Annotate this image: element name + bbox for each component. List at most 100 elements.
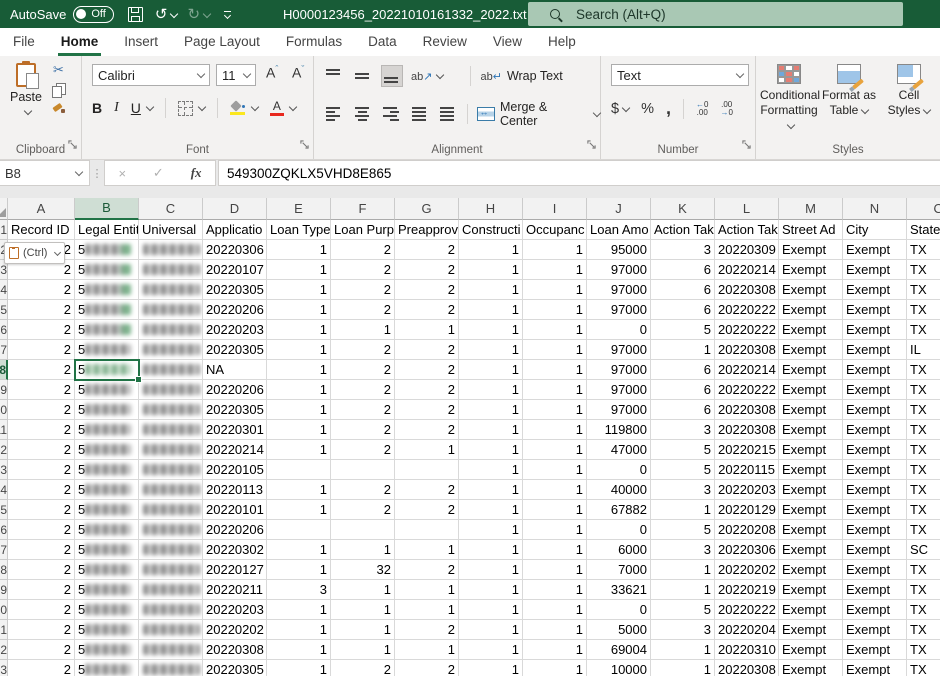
cell-J10[interactable]: 97000 [587, 400, 651, 420]
font-dialog-launcher-icon[interactable] [300, 136, 309, 154]
cell-C18[interactable] [139, 560, 203, 580]
cell-B16[interactable]: 5 [75, 520, 139, 540]
cell-J16[interactable]: 0 [587, 520, 651, 540]
cell-B13[interactable]: 5 [75, 460, 139, 480]
cell-O5[interactable]: TX [907, 300, 940, 320]
cell-L20[interactable]: 20220222 [715, 600, 779, 620]
clipboard-dialog-launcher-icon[interactable] [68, 136, 77, 154]
cell-H3[interactable]: 1 [459, 260, 523, 280]
cell-N11[interactable]: Exempt [843, 420, 907, 440]
cell-J12[interactable]: 47000 [587, 440, 651, 460]
cell-O13[interactable]: TX [907, 460, 940, 480]
cell-I21[interactable]: 1 [523, 620, 587, 640]
cell-A16[interactable]: 2 [8, 520, 75, 540]
cell-H16[interactable]: 1 [459, 520, 523, 540]
cell-M15[interactable]: Exempt [779, 500, 843, 520]
cell-E3[interactable]: 1 [267, 260, 331, 280]
cell-A11[interactable]: 2 [8, 420, 75, 440]
cell-K8[interactable]: 6 [651, 360, 715, 380]
cell-J2[interactable]: 95000 [587, 240, 651, 260]
cell-B9[interactable]: 5 [75, 380, 139, 400]
cell-L10[interactable]: 20220308 [715, 400, 779, 420]
cell-C6[interactable] [139, 320, 203, 340]
tab-data[interactable]: Data [355, 28, 410, 56]
cell-D12[interactable]: 20220214 [203, 440, 267, 460]
cell-N21[interactable]: Exempt [843, 620, 907, 640]
cell-M4[interactable]: Exempt [779, 280, 843, 300]
cell-M21[interactable]: Exempt [779, 620, 843, 640]
cell-J7[interactable]: 97000 [587, 340, 651, 360]
cell-N6[interactable]: Exempt [843, 320, 907, 340]
cell-F6[interactable]: 1 [331, 320, 395, 340]
currency-format-button[interactable]: $ [611, 101, 629, 117]
conditional-formatting-button[interactable]: Conditional Formatting [760, 64, 818, 133]
cell-D5[interactable]: 20220206 [203, 300, 267, 320]
cell-B11[interactable]: 5 [75, 420, 139, 440]
cell-I20[interactable]: 1 [523, 600, 587, 620]
cell-L2[interactable]: 20220309 [715, 240, 779, 260]
cell-K4[interactable]: 6 [651, 280, 715, 300]
autosave-toggle[interactable]: Off [73, 6, 113, 23]
cell-K22[interactable]: 1 [651, 640, 715, 660]
row-header-21[interactable]: 21 [0, 620, 8, 640]
cell-O18[interactable]: TX [907, 560, 940, 580]
cell-D21[interactable]: 20220202 [203, 620, 267, 640]
cell-H6[interactable]: 1 [459, 320, 523, 340]
cell-G11[interactable]: 2 [395, 420, 459, 440]
column-header-I[interactable]: I [523, 198, 587, 220]
underline-chevron-icon[interactable] [146, 103, 154, 111]
select-all-corner[interactable] [0, 198, 8, 220]
cell-D16[interactable]: 20220206 [203, 520, 267, 540]
cell-B20[interactable]: 5 [75, 600, 139, 620]
cell-I18[interactable]: 1 [523, 560, 587, 580]
cell-J23[interactable]: 10000 [587, 660, 651, 676]
cell-E13[interactable] [267, 460, 331, 480]
column-header-K[interactable]: K [651, 198, 715, 220]
cell-B6[interactable]: 5 [75, 320, 139, 340]
cell-H9[interactable]: 1 [459, 380, 523, 400]
cell-C5[interactable] [139, 300, 203, 320]
cell-F11[interactable]: 2 [331, 420, 395, 440]
increase-indent-icon[interactable] [438, 104, 458, 124]
align-left-icon[interactable] [324, 104, 344, 124]
column-header-G[interactable]: G [395, 198, 459, 220]
cell-G22[interactable]: 1 [395, 640, 459, 660]
cell-M23[interactable]: Exempt [779, 660, 843, 676]
cell-O8[interactable]: TX [907, 360, 940, 380]
cell-D15[interactable]: 20220101 [203, 500, 267, 520]
cell-H13[interactable]: 1 [459, 460, 523, 480]
cell-A14[interactable]: 2 [8, 480, 75, 500]
italic-button[interactable]: I [114, 100, 119, 116]
cell-F10[interactable]: 2 [331, 400, 395, 420]
cell-G20[interactable]: 1 [395, 600, 459, 620]
cell-F7[interactable]: 2 [331, 340, 395, 360]
cell-D17[interactable]: 20220302 [203, 540, 267, 560]
cell-B10[interactable]: 5 [75, 400, 139, 420]
cell-K16[interactable]: 5 [651, 520, 715, 540]
underline-button[interactable]: U [131, 100, 141, 116]
cell-O7[interactable]: IL [907, 340, 940, 360]
cell-L3[interactable]: 20220214 [715, 260, 779, 280]
row-header-5[interactable]: 5 [0, 300, 8, 320]
cell-O20[interactable]: TX [907, 600, 940, 620]
cell-G16[interactable] [395, 520, 459, 540]
cell-I13[interactable]: 1 [523, 460, 587, 480]
cell-A10[interactable]: 2 [8, 400, 75, 420]
cell-O9[interactable]: TX [907, 380, 940, 400]
cell-C23[interactable] [139, 660, 203, 676]
cell-G9[interactable]: 2 [395, 380, 459, 400]
cell-M9[interactable]: Exempt [779, 380, 843, 400]
cell-G17[interactable]: 1 [395, 540, 459, 560]
cell-K5[interactable]: 6 [651, 300, 715, 320]
cell-C22[interactable] [139, 640, 203, 660]
cell-D23[interactable]: 20220305 [203, 660, 267, 676]
name-box[interactable]: B8 [0, 160, 90, 186]
cell-C16[interactable] [139, 520, 203, 540]
cell-J5[interactable]: 97000 [587, 300, 651, 320]
cell-N13[interactable]: Exempt [843, 460, 907, 480]
cell-A7[interactable]: 2 [8, 340, 75, 360]
cell-D8[interactable]: NA [203, 360, 267, 380]
cell-M10[interactable]: Exempt [779, 400, 843, 420]
cell-O2[interactable]: TX [907, 240, 940, 260]
cell-J19[interactable]: 33621 [587, 580, 651, 600]
